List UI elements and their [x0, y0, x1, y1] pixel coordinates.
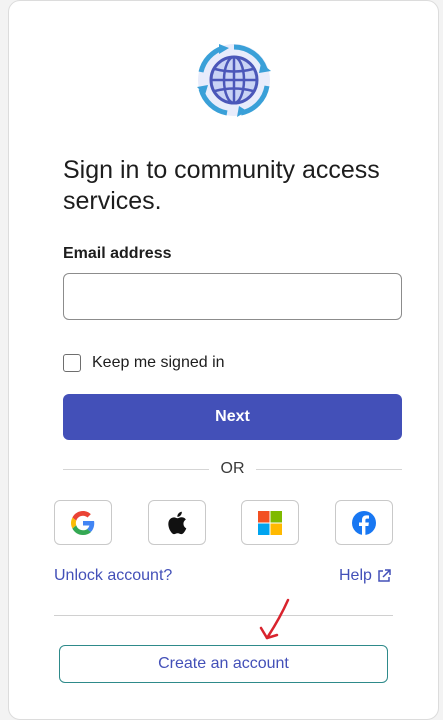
apple-sign-in-button[interactable]	[148, 500, 206, 545]
help-link[interactable]: Help	[339, 567, 391, 585]
sign-in-card: Sign in to community access services. Em…	[8, 0, 439, 720]
page-title: Sign in to community access services.	[63, 156, 380, 215]
google-sign-in-button[interactable]	[54, 500, 112, 545]
external-link-icon	[378, 569, 391, 582]
create-account-button[interactable]: Create an account	[59, 645, 388, 683]
keep-signed-in-label: Keep me signed in	[92, 354, 225, 371]
google-icon	[71, 510, 95, 535]
email-label: Email address	[63, 245, 172, 262]
facebook-sign-in-button[interactable]	[335, 500, 393, 545]
globe-sync-logo-icon	[197, 44, 271, 117]
annotation-arrow-icon	[259, 598, 290, 640]
apple-icon	[168, 511, 187, 534]
or-divider: OR	[63, 460, 402, 477]
help-label: Help	[339, 567, 372, 584]
divider-line-right	[256, 469, 402, 470]
section-divider	[54, 615, 393, 616]
keep-signed-in-row[interactable]: Keep me signed in	[63, 353, 225, 373]
next-button[interactable]: Next	[63, 394, 402, 440]
email-field[interactable]	[63, 273, 402, 320]
microsoft-sign-in-button[interactable]	[241, 500, 299, 545]
keep-signed-in-checkbox[interactable]	[63, 354, 81, 372]
microsoft-icon	[258, 510, 282, 535]
unlock-account-link[interactable]: Unlock account?	[54, 567, 172, 585]
facebook-icon	[352, 510, 376, 535]
